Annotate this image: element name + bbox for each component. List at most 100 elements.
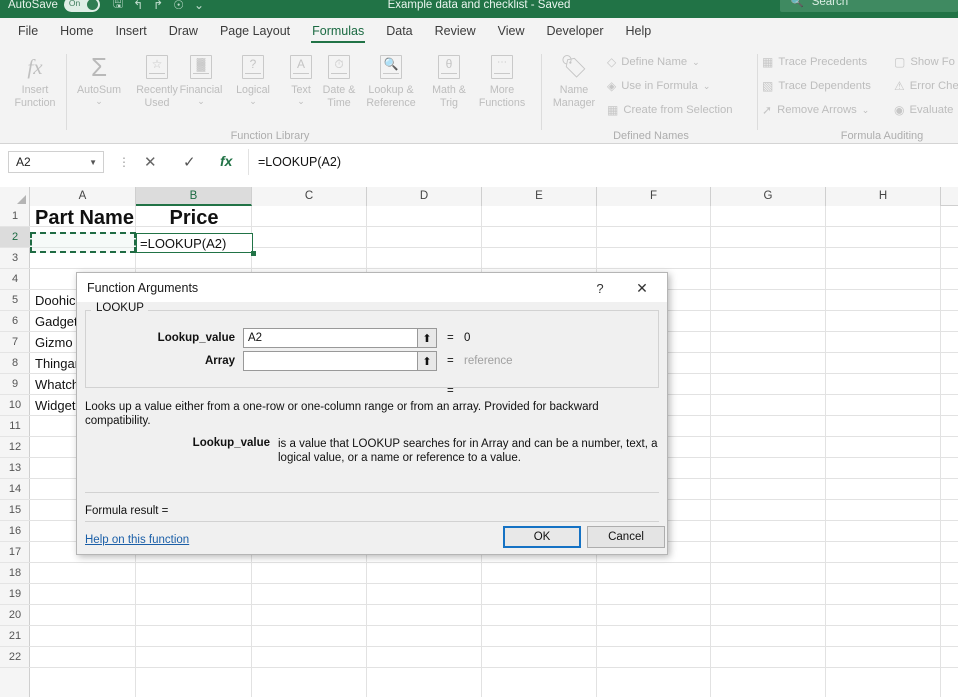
ok-button[interactable]: OK	[503, 526, 581, 548]
check-icon[interactable]: ✓	[183, 153, 196, 171]
row-header-2[interactable]: 2	[0, 227, 30, 248]
row-header-17[interactable]: 17	[0, 542, 30, 563]
fx-icon[interactable]: fx	[220, 153, 232, 169]
row-header-7[interactable]: 7	[0, 332, 30, 353]
question-mark-icon[interactable]: ?	[587, 279, 613, 298]
tab-review[interactable]: Review	[425, 21, 486, 43]
row-header-6[interactable]: 6	[0, 311, 30, 332]
more-functions-button[interactable]: ⋯ More Functions	[468, 50, 536, 109]
row-header-3[interactable]: 3	[0, 248, 30, 269]
cancel-button[interactable]: Cancel	[587, 526, 665, 548]
row-header-14[interactable]: 14	[0, 479, 30, 500]
column-header-a[interactable]: A	[30, 187, 136, 206]
formula-bar-grip: ⋮	[118, 155, 130, 169]
row-header-18[interactable]: 18	[0, 563, 30, 584]
chevron-down-icon[interactable]: ⌄	[703, 81, 711, 92]
function-fieldset: LOOKUP	[85, 302, 659, 388]
row-header-4[interactable]: 4	[0, 269, 30, 290]
fx-icon: fx	[27, 54, 43, 79]
trace-precedents-button[interactable]: ▦ Trace Precedents	[762, 55, 867, 69]
tab-help[interactable]: Help	[616, 21, 662, 43]
array-range-select-icon[interactable]: ⬆	[417, 351, 437, 371]
search-box[interactable]: 🔍 Search	[780, 0, 958, 12]
autosum-button[interactable]: Σ AutoSum ⌄	[70, 50, 128, 106]
row-header-16[interactable]: 16	[0, 521, 30, 542]
row-header-21[interactable]: 21	[0, 626, 30, 647]
lookup-value-range-select-icon[interactable]: ⬆	[417, 328, 437, 348]
column-header-d[interactable]: D	[367, 187, 482, 206]
search-input[interactable]: Search	[812, 0, 848, 8]
insert-function-button[interactable]: fx Insert Function	[6, 50, 64, 109]
trace-dependents-button[interactable]: ▧ Trace Dependents	[762, 79, 871, 93]
row-header-10[interactable]: 10	[0, 395, 30, 416]
ribbon-group-defined-names: 🏷 Name Manager ◇ Define Name ⌄ ◈ Use in …	[545, 46, 757, 143]
remove-arrows-button[interactable]: ➚ Remove Arrows ⌄	[762, 103, 869, 117]
create-from-selection-button[interactable]: ▦ Create from Selection	[607, 103, 733, 117]
row-header-1[interactable]: 1	[0, 206, 30, 227]
row-header-9[interactable]: 9	[0, 374, 30, 395]
lookup-reference-button[interactable]: 🔍 Lookup & Reference	[356, 50, 426, 109]
dialog-title-bar[interactable]: Function Arguments	[77, 273, 667, 302]
formula-input[interactable]: =LOOKUP(A2)	[258, 151, 956, 173]
column-header-g[interactable]: G	[711, 187, 826, 206]
question-icon: ?	[242, 55, 264, 79]
row-header-11[interactable]: 11	[0, 416, 30, 437]
column-header-e[interactable]: E	[482, 187, 597, 206]
name-manager-button[interactable]: 🏷 Name Manager	[545, 50, 603, 109]
fill-handle[interactable]	[251, 251, 256, 256]
chevron-down-icon[interactable]: ⌄	[692, 57, 700, 68]
row-header-8[interactable]: 8	[0, 353, 30, 374]
cell-a1[interactable]: Part Name	[31, 206, 135, 227]
use-in-formula-button[interactable]: ◈ Use in Formula ⌄	[607, 79, 710, 93]
column-header-h[interactable]: H	[826, 187, 941, 206]
ribbon-group-function-library: fx Insert Function Σ AutoSum ⌄ ☆ Recentl…	[0, 46, 540, 143]
tab-developer[interactable]: Developer	[537, 21, 614, 43]
row-header-20[interactable]: 20	[0, 605, 30, 626]
chevron-down-icon[interactable]: ⌄	[70, 96, 128, 106]
tab-view[interactable]: View	[488, 21, 535, 43]
chevron-down-icon[interactable]: ⌄	[862, 105, 870, 116]
chevron-down-icon[interactable]: ▼	[89, 158, 97, 167]
column-header-f[interactable]: F	[597, 187, 711, 206]
trace-dependents-icon: ▧	[762, 79, 774, 93]
financial-button[interactable]: ▓ Financial ⌄	[172, 50, 230, 106]
tab-formulas[interactable]: Formulas	[302, 21, 374, 43]
chevron-down-icon[interactable]: ⌄	[172, 96, 230, 106]
tab-draw[interactable]: Draw	[159, 21, 208, 43]
cancel-x-icon[interactable]: ✕	[144, 153, 157, 171]
column-header-b[interactable]: B	[136, 187, 252, 206]
define-name-button[interactable]: ◇ Define Name ⌄	[607, 55, 700, 69]
row-header-19[interactable]: 19	[0, 584, 30, 605]
tab-page-layout[interactable]: Page Layout	[210, 21, 300, 43]
show-formulas-button[interactable]: ▢ Show Fo	[894, 55, 955, 69]
tab-file[interactable]: File	[8, 21, 48, 43]
cell-b1[interactable]: Price	[137, 206, 251, 227]
name-tag-icon: 🏷	[560, 54, 588, 79]
name-box[interactable]: A2 ▼	[8, 151, 104, 173]
row-header-5[interactable]: 5	[0, 290, 30, 311]
formula-bar: A2 ▼ ⋮ ✕ ✓ fx =LOOKUP(A2)	[0, 145, 958, 187]
formula-auditing-group-title: Formula Auditing	[840, 130, 924, 142]
insert-function-label-2: Function	[14, 96, 56, 109]
select-all-corner[interactable]	[0, 187, 30, 206]
row-header-22[interactable]: 22	[0, 647, 30, 668]
evaluate-formula-button[interactable]: ◉ Evaluate	[894, 103, 953, 117]
tab-data[interactable]: Data	[376, 21, 422, 43]
ribbon-group-formula-auditing: ▦ Trace Precedents ▧ Trace Dependents ➚ …	[762, 46, 958, 143]
column-header-c[interactable]: C	[252, 187, 367, 206]
magnifier-icon: 🔍	[380, 55, 402, 79]
row-header-13[interactable]: 13	[0, 458, 30, 479]
array-result: reference	[464, 355, 513, 367]
trace-dependents-label: Trace Dependents	[778, 80, 871, 92]
tab-insert[interactable]: Insert	[106, 21, 157, 43]
lookup-value-equals-sign: =	[447, 332, 454, 344]
close-x-icon[interactable]: ✕	[629, 279, 655, 298]
error-checking-button[interactable]: ⚠ Error Che	[894, 79, 958, 93]
tab-home[interactable]: Home	[50, 21, 103, 43]
use-in-formula-label: Use in Formula	[621, 80, 698, 92]
row-header-15[interactable]: 15	[0, 500, 30, 521]
lookup-value-input[interactable]: A2	[243, 328, 421, 348]
array-input[interactable]	[243, 351, 421, 371]
row-header-12[interactable]: 12	[0, 437, 30, 458]
help-on-this-function-link[interactable]: Help on this function	[85, 534, 189, 546]
